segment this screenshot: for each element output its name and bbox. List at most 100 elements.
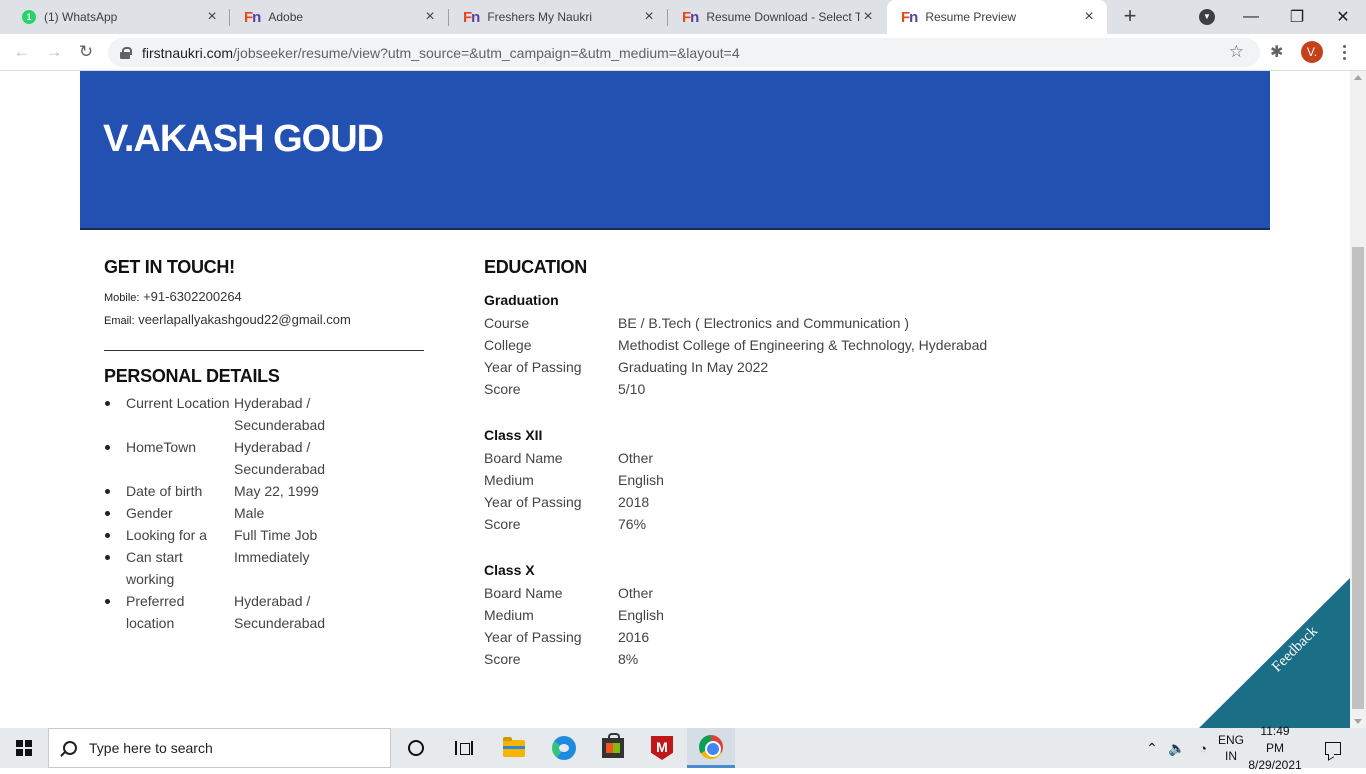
firstnaukri-icon: Fn <box>463 8 480 26</box>
search-icon <box>63 741 77 755</box>
restore-button[interactable]: ❐ <box>1274 0 1320 34</box>
tab-title: Adobe <box>268 10 304 24</box>
forward-arrow-icon[interactable]: → <box>42 40 66 64</box>
browser-tabstrip: 1 (1) WhatsApp × Fn Adobe × Fn Freshers … <box>0 0 1366 34</box>
minimize-button[interactable]: — <box>1228 0 1274 34</box>
notification-icon <box>1325 741 1341 755</box>
scrollbar-thumb[interactable] <box>1352 247 1364 709</box>
tab-whatsapp[interactable]: 1 (1) WhatsApp × <box>8 0 230 34</box>
edge-icon <box>552 736 576 760</box>
new-tab-button[interactable]: + <box>1118 5 1142 29</box>
cortana-button[interactable] <box>392 728 440 768</box>
education-class-xii: Class XII Board Name Other Medium English … <box>484 427 1184 535</box>
chevron-up-icon[interactable]: ⌃ <box>1143 728 1161 768</box>
education-section: EDUCATION Graduation Course BE / B.Tech (… <box>484 257 1184 670</box>
store-icon <box>602 733 624 758</box>
list-item: Gender Male <box>104 502 434 524</box>
search-placeholder: Type here to search <box>89 740 213 756</box>
close-window-button[interactable]: ✕ <box>1320 0 1366 34</box>
table-row: Medium English <box>484 472 664 488</box>
education-graduation: Graduation Course BE / B.Tech ( Electroni… <box>484 292 1184 400</box>
education-class-x: Class X Board Name Other Medium English Ye… <box>484 562 1184 670</box>
close-icon[interactable]: × <box>641 9 657 25</box>
education-heading: Class XII <box>484 427 543 443</box>
resume-header-banner: V.AKASH GOUD <box>80 71 1270 228</box>
clock-date: 8/29/2021 <box>1248 757 1302 772</box>
table-row: Medium English <box>484 607 664 623</box>
tab-adobe[interactable]: Fn Adobe × <box>230 0 448 34</box>
network-icon[interactable]: ◔ <box>1194 728 1212 768</box>
feedback-button[interactable]: Feedback <box>1199 578 1350 728</box>
personal-details-title: PERSONAL DETAILS <box>104 366 280 386</box>
close-icon[interactable]: × <box>204 9 220 25</box>
chrome-menu-icon[interactable] <box>1336 40 1352 64</box>
lock-icon[interactable] <box>120 46 132 59</box>
address-bar[interactable]: firstnaukri.com/jobseeker/resume/view?ut… <box>108 38 1260 67</box>
chrome-icon <box>699 734 723 759</box>
language-indicator[interactable]: ENG IN <box>1216 728 1246 768</box>
cortana-icon <box>408 740 424 756</box>
close-icon[interactable]: × <box>422 9 438 25</box>
firstnaukri-icon: Fn <box>244 8 261 26</box>
list-item: HomeTown Hyderabad / Secunderabad <box>104 436 434 480</box>
table-row: Board Name Other <box>484 585 654 601</box>
education-title: EDUCATION <box>484 257 587 277</box>
taskbar-search-input[interactable]: Type here to search <box>48 728 391 768</box>
file-explorer-button[interactable] <box>490 728 538 768</box>
table-row: Year of Passing 2016 <box>484 629 650 645</box>
scroll-up-icon[interactable] <box>1354 75 1362 80</box>
personal-details-list: Current Location Hyderabad / Secunderabad… <box>104 392 434 634</box>
firstnaukri-icon: Fn <box>682 8 699 26</box>
close-icon[interactable]: × <box>1081 9 1097 25</box>
table-row: Year of Passing Graduating In May 2022 <box>484 359 769 375</box>
education-heading: Graduation <box>484 292 559 308</box>
section-divider <box>104 350 424 351</box>
windows-taskbar: Type here to search M ⌃ 🔈 ◔ ENG IN 11:49… <box>0 724 1366 772</box>
close-icon[interactable]: × <box>860 9 876 25</box>
education-heading: Class X <box>484 562 535 578</box>
task-view-button[interactable] <box>440 728 488 768</box>
table-row: Year of Passing 2018 <box>484 494 650 510</box>
tab-search-icon[interactable]: ▼ <box>1199 9 1215 25</box>
reload-icon[interactable]: ↻ <box>74 40 98 64</box>
edge-button[interactable] <box>540 728 588 768</box>
volume-icon[interactable]: 🔈 <box>1166 728 1188 768</box>
chrome-button[interactable] <box>687 728 735 768</box>
system-clock[interactable]: 11:49 PM 8/29/2021 <box>1248 724 1301 772</box>
page-scrollbar[interactable] <box>1350 71 1366 728</box>
mcafee-icon: M <box>651 736 673 760</box>
list-item: Date of birth May 22, 1999 <box>104 480 434 502</box>
start-button[interactable] <box>0 728 48 768</box>
store-button[interactable] <box>589 728 637 768</box>
extensions-puzzle-icon[interactable]: ✱ <box>1270 42 1283 62</box>
contact-section: GET IN TOUCH! Mobile: +91-6302200264 Ema… <box>104 257 424 332</box>
tab-freshers-my-naukri[interactable]: Fn Freshers My Naukri × <box>449 0 667 34</box>
bookmark-star-icon[interactable]: ☆ <box>1229 42 1244 62</box>
mobile-value: +91-6302200264 <box>143 289 242 304</box>
url-text: firstnaukri.com/jobseeker/resume/view?ut… <box>142 44 740 61</box>
list-item: Looking for a Full Time Job <box>104 524 434 546</box>
tab-resume-preview[interactable]: Fn Resume Preview × <box>887 0 1107 34</box>
profile-avatar[interactable]: V. <box>1301 41 1323 63</box>
back-arrow-icon[interactable]: ← <box>10 40 34 64</box>
tab-resume-download[interactable]: Fn Resume Download - Select Te × <box>668 0 886 34</box>
scroll-down-icon[interactable] <box>1354 719 1362 724</box>
firstnaukri-icon: Fn <box>901 8 918 26</box>
table-row: Board Name Other <box>484 450 654 466</box>
list-item: Can start working Immediately <box>104 546 434 590</box>
list-item: Preferred location Hyderabad / Secunderab… <box>104 590 434 634</box>
candidate-name: V.AKASH GOUD <box>103 118 384 160</box>
email-line: Email: veerlapallyakashgoud22@gmail.com <box>104 312 351 327</box>
header-divider <box>80 228 1270 230</box>
page-viewport: V.AKASH GOUD GET IN TOUCH! Mobile: +91-6… <box>0 71 1350 728</box>
list-item: Current Location Hyderabad / Secunderabad <box>104 392 434 436</box>
mcafee-button[interactable]: M <box>638 728 686 768</box>
email-value: veerlapallyakashgoud22@gmail.com <box>138 312 351 327</box>
clock-time: 11:49 PM <box>1260 723 1290 755</box>
notification-center-button[interactable] <box>1318 728 1348 768</box>
windows-logo-icon <box>16 740 32 756</box>
contact-title: GET IN TOUCH! <box>104 257 235 277</box>
table-row: Score 5/10 <box>484 381 646 397</box>
tab-title: Resume Download - Select Te <box>706 10 860 24</box>
table-row: Score 8% <box>484 651 639 667</box>
